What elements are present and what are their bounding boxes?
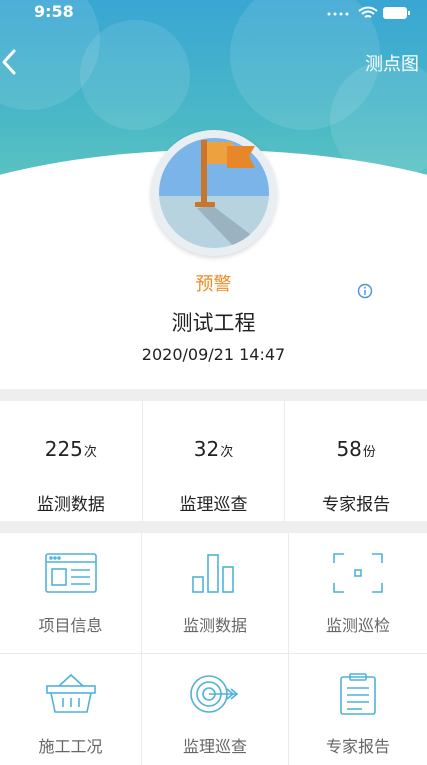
project-name: 测试工程 — [171, 311, 256, 335]
decor-bubble — [80, 20, 190, 130]
chevron-left-icon[interactable] — [0, 45, 30, 79]
menu-label: 项目信息 — [38, 616, 103, 635]
menu-monitoring-inspection[interactable]: 监测巡检 — [289, 533, 427, 654]
menu-label: 监测巡检 — [325, 616, 390, 635]
divider — [0, 521, 427, 533]
menu-expert-report[interactable]: 专家报告 — [289, 654, 427, 765]
clipboard-icon — [340, 673, 376, 715]
menu-monitoring-data[interactable]: 监测数据 — [142, 533, 289, 654]
battery-icon — [383, 7, 407, 19]
basket-icon — [45, 673, 96, 713]
flag-icon — [159, 138, 269, 248]
stat-unit: 次 — [83, 445, 97, 460]
stat-value-container: 32次 — [143, 437, 285, 461]
menu-label: 专家报告 — [325, 737, 390, 756]
signal-dot-icon — [345, 12, 349, 16]
menu-project-info[interactable]: 项目信息 — [0, 533, 142, 654]
measure-point-map-button[interactable]: 测点图 — [365, 50, 419, 76]
bar-chart-icon — [192, 554, 234, 593]
stats-row: 225次 监测数据 32次 监理巡查 58份 专家报告 — [0, 401, 427, 521]
stat-label: 监理巡查 — [179, 495, 248, 515]
signal-dot-icon — [327, 12, 331, 16]
status-icons — [327, 6, 410, 19]
browser-window-icon — [44, 553, 97, 593]
project-datetime: 2020/09/21 14:47 — [141, 345, 286, 364]
wifi-icon — [358, 6, 378, 18]
menu-construction-status[interactable]: 施工工况 — [0, 654, 142, 765]
divider — [0, 389, 427, 401]
stat-value-container: 225次 — [0, 437, 142, 461]
stat-supervision-patrol[interactable]: 32次 监理巡查 — [143, 401, 286, 521]
signal-dot-icon — [333, 12, 337, 16]
stat-value-container: 58份 — [285, 437, 427, 461]
warning-badge — [151, 130, 277, 256]
signal-dot-icon — [339, 12, 343, 16]
scan-frame-icon — [333, 553, 383, 593]
battery-tip — [408, 11, 410, 15]
stat-value: 225 — [44, 437, 83, 461]
menu-label: 监理巡查 — [182, 737, 247, 756]
status-time: 9:58 — [34, 2, 74, 21]
stat-value: 32 — [193, 437, 220, 461]
stat-label: 监测数据 — [36, 495, 105, 515]
info-icon[interactable] — [357, 283, 373, 299]
stat-unit: 份 — [362, 445, 376, 460]
stat-expert-report[interactable]: 58份 专家报告 — [285, 401, 427, 521]
status-bar: 9:58 — [0, 0, 427, 26]
stat-monitoring-data[interactable]: 225次 监测数据 — [0, 401, 143, 521]
menu-supervision-patrol[interactable]: 监理巡查 — [142, 654, 289, 765]
menu-label: 监测数据 — [182, 616, 247, 635]
menu-grid: 项目信息 监测数据 监测巡检 施工工况 监理巡查 专家报告 — [0, 533, 427, 765]
target-icon — [190, 675, 239, 713]
menu-label: 施工工况 — [38, 737, 103, 756]
stat-value: 58 — [336, 437, 362, 461]
stat-label: 专家报告 — [322, 495, 391, 515]
stat-unit: 次 — [220, 445, 234, 460]
